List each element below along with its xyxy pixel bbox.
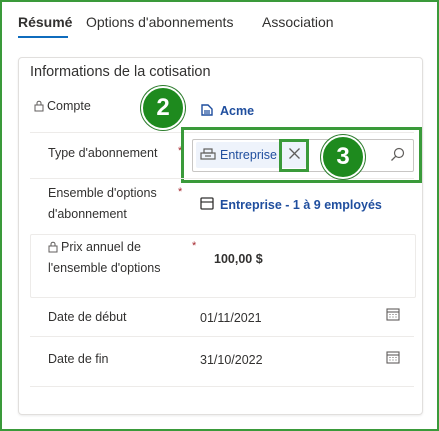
required-marker: * — [178, 186, 183, 198]
prix-annuel-label: Prix annuel de l'ensemble d'options — [48, 240, 161, 275]
date-debut-label: Date de début — [48, 310, 127, 324]
calendar-icon[interactable] — [386, 307, 400, 326]
compte-label: Compte — [47, 99, 91, 113]
tab-bar: Résumé Options d'abonnements Association — [0, 0, 439, 46]
row-divider — [30, 386, 414, 387]
date-debut-value[interactable]: 01/11/2021 — [200, 311, 262, 325]
row-divider — [30, 178, 414, 179]
date-fin-label: Date de fin — [48, 352, 109, 366]
lock-icon — [34, 99, 44, 117]
type-abonnement-label: Type d'abonnement — [48, 146, 158, 160]
callout-highlight-clear — [279, 139, 309, 172]
calendar-icon[interactable] — [386, 350, 400, 369]
callout-badge-2: 2 — [141, 86, 185, 130]
row-divider — [30, 336, 414, 337]
date-fin-value[interactable]: 31/10/2022 — [200, 353, 263, 367]
prix-annuel-value: 100,00 $ — [214, 252, 263, 266]
section-title: Informations de la cotisation — [30, 64, 211, 80]
compte-value-link[interactable]: Acme — [220, 104, 254, 118]
option-set-icon — [200, 197, 214, 215]
required-marker: * — [192, 240, 197, 252]
tab-association[interactable]: Association — [262, 14, 334, 30]
ensemble-options-value-link[interactable]: Entreprise - 1 à 9 employés — [220, 198, 382, 212]
active-tab-indicator — [18, 36, 68, 38]
tab-resume[interactable]: Résumé — [18, 14, 72, 30]
ensemble-options-label: Ensemble d'options d'abonnement — [48, 186, 157, 221]
callout-badge-3: 3 — [321, 135, 365, 179]
account-icon — [200, 103, 214, 122]
tab-options-abonnements[interactable]: Options d'abonnements — [86, 14, 233, 30]
